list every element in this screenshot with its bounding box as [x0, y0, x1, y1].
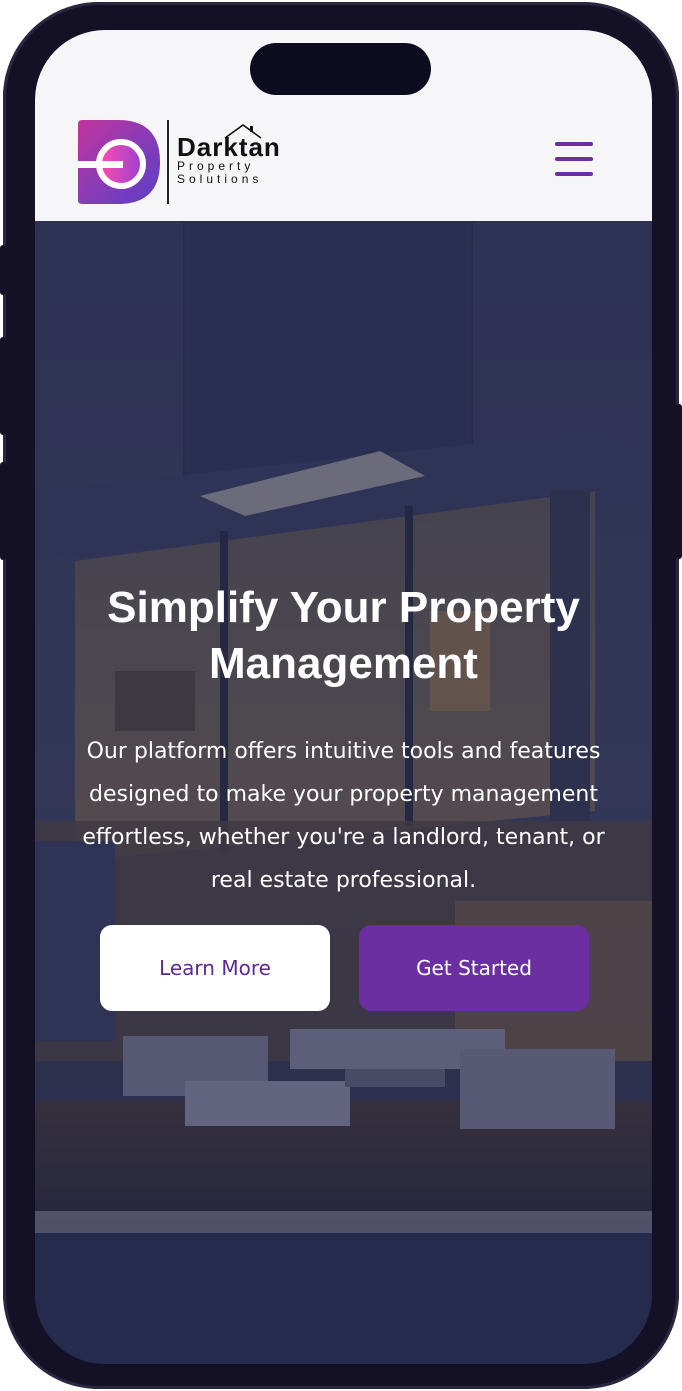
brand-text: Darktan Property Solutions — [177, 134, 281, 186]
power-button — [676, 404, 682, 559]
phone-screen: Darktan Property Solutions Simplify Your… — [35, 30, 652, 1364]
dynamic-island — [250, 43, 431, 95]
learn-more-button[interactable]: Learn More — [100, 925, 330, 1011]
hero-description-line-4: real estate professional. — [210, 868, 477, 893]
hero-description-line-1: Our platform offers intuitive tools and … — [86, 739, 601, 764]
hero-title-line-1: Simplify Your Property — [107, 583, 580, 632]
volume-up-button — [0, 337, 6, 435]
phone-frame: Darktan Property Solutions Simplify Your… — [0, 2, 682, 1389]
hero-description-line-3: effortless, whether you're a landlord, t… — [82, 825, 605, 850]
get-started-button[interactable]: Get Started — [359, 925, 589, 1011]
hero-title: Simplify Your Property Management — [35, 580, 652, 692]
hero-description-line-2: designed to make your property managemen… — [89, 782, 598, 807]
hero-title-line-2: Management — [209, 639, 478, 688]
brand-line-solutions: Solutions — [177, 172, 263, 186]
hero-description: Our platform offers intuitive tools and … — [53, 730, 634, 902]
hamburger-menu-icon[interactable] — [555, 140, 595, 178]
volume-down-button — [0, 462, 6, 560]
brand-name: Darktan — [177, 132, 281, 162]
side-button — [0, 245, 6, 295]
